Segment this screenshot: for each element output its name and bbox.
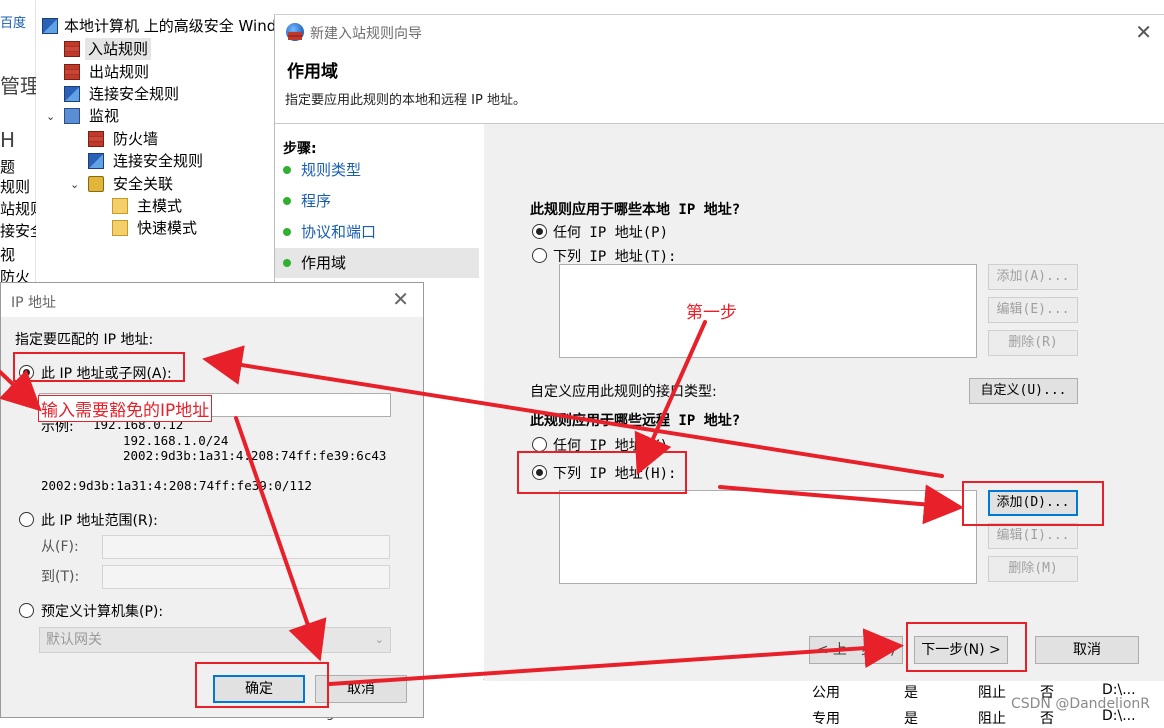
arrow-to-next [328,628,904,686]
arrow-to-add [718,484,964,525]
watermark: CSDN @DandelionR [1010,696,1150,712]
arrow-to-ok [234,416,327,662]
arrow-to-subnet [202,345,944,478]
annotation-arrows [0,320,964,686]
arrow-step-one [634,320,707,476]
arrow-to-input [0,369,42,412]
